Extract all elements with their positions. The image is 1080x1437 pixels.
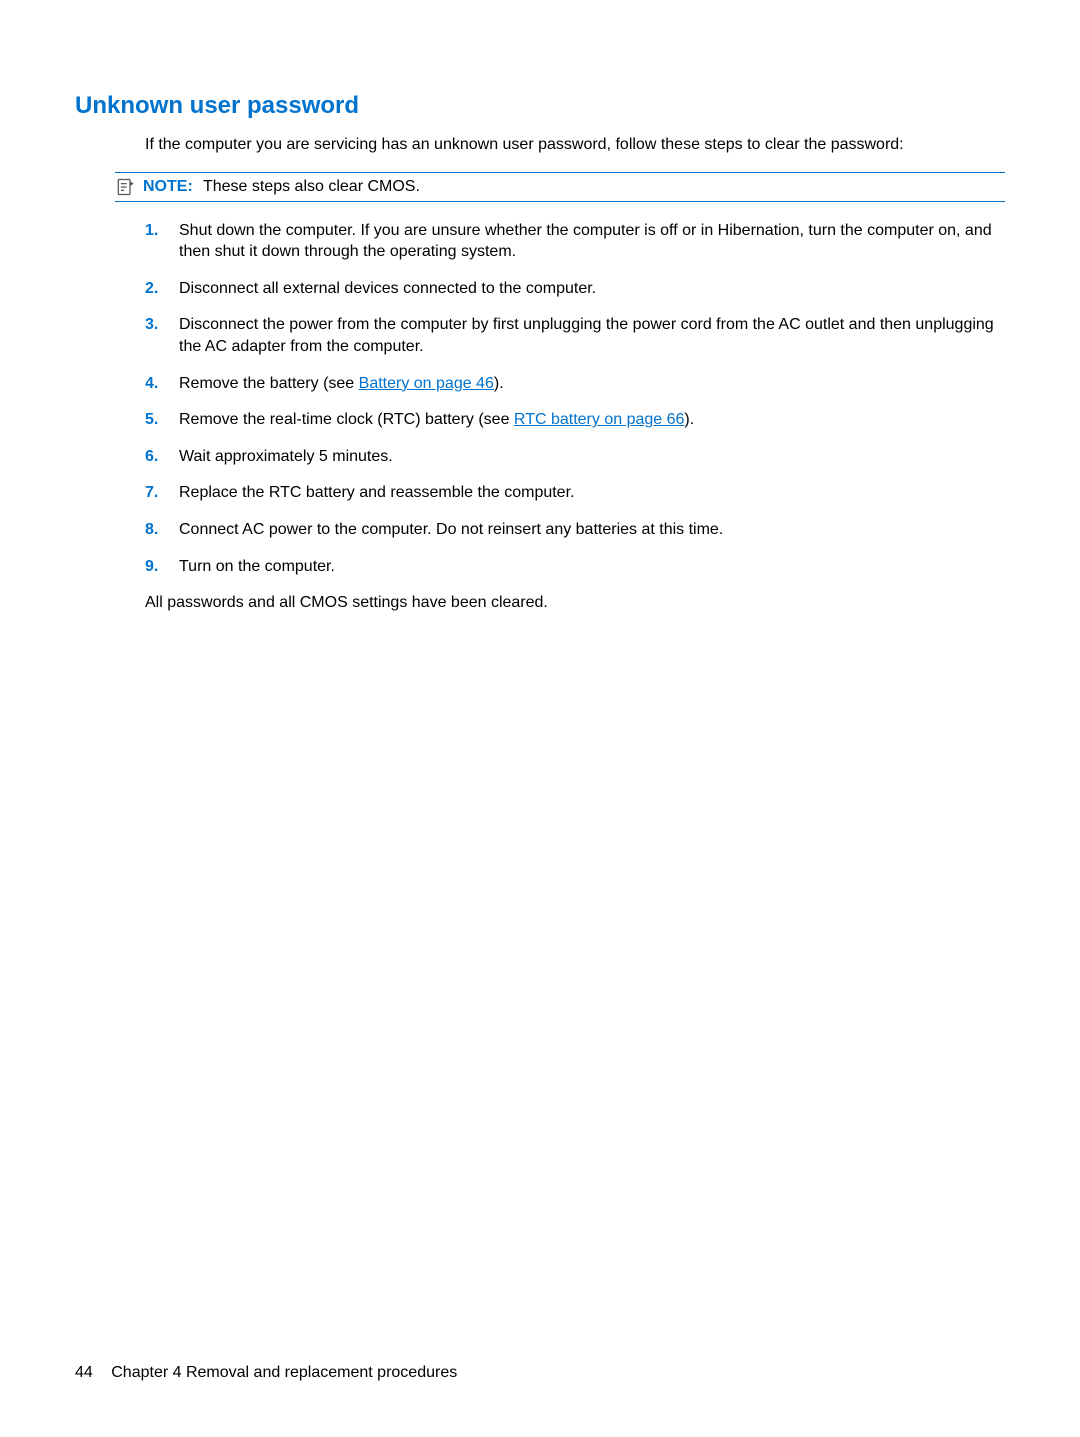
step-item: 9. Turn on the computer. <box>145 556 1005 578</box>
step-item: 3. Disconnect the power from the compute… <box>145 314 1005 357</box>
step-item: 1. Shut down the computer. If you are un… <box>145 220 1005 263</box>
step-number: 6. <box>145 446 179 468</box>
step-number: 8. <box>145 519 179 541</box>
note-content: NOTE: These steps also clear CMOS. <box>143 178 420 196</box>
page-number: 44 <box>75 1364 93 1381</box>
chapter-title: Chapter 4 Removal and replacement proced… <box>111 1364 457 1381</box>
rtc-battery-link[interactable]: RTC battery on page 66 <box>514 411 684 428</box>
step-number: 9. <box>145 556 179 578</box>
step-text: Disconnect all external devices connecte… <box>179 278 1005 300</box>
step-text: Shut down the computer. If you are unsur… <box>179 220 1005 263</box>
step-item: 8. Connect AC power to the computer. Do … <box>145 519 1005 541</box>
step-text: Disconnect the power from the computer b… <box>179 314 1005 357</box>
step-number: 5. <box>145 409 179 431</box>
step-item: 5. Remove the real-time clock (RTC) batt… <box>145 409 1005 431</box>
steps-list: 1. Shut down the computer. If you are un… <box>145 220 1005 578</box>
section-heading: Unknown user password <box>75 92 1005 120</box>
step-prefix: Remove the battery (see <box>179 375 359 392</box>
step-number: 4. <box>145 373 179 395</box>
intro-paragraph: If the computer you are servicing has an… <box>145 134 1005 156</box>
step-text: Replace the RTC battery and reassemble t… <box>179 482 1005 504</box>
step-text: Turn on the computer. <box>179 556 1005 578</box>
step-text: Wait approximately 5 minutes. <box>179 446 1005 468</box>
note-label: NOTE: <box>143 178 193 195</box>
note-text: These steps also clear CMOS. <box>203 178 420 195</box>
step-text: Remove the battery (see Battery on page … <box>179 373 1005 395</box>
step-suffix: ). <box>684 411 694 428</box>
step-number: 2. <box>145 278 179 300</box>
step-item: 6. Wait approximately 5 minutes. <box>145 446 1005 468</box>
step-item: 2. Disconnect all external devices conne… <box>145 278 1005 300</box>
step-number: 3. <box>145 314 179 357</box>
battery-link[interactable]: Battery on page 46 <box>359 375 494 392</box>
note-icon <box>115 177 135 197</box>
page-footer: 44 Chapter 4 Removal and replacement pro… <box>75 1364 457 1382</box>
step-number: 1. <box>145 220 179 263</box>
step-suffix: ). <box>494 375 504 392</box>
step-text: Connect AC power to the computer. Do not… <box>179 519 1005 541</box>
step-item: 4. Remove the battery (see Battery on pa… <box>145 373 1005 395</box>
note-box: NOTE: These steps also clear CMOS. <box>115 172 1005 202</box>
closing-paragraph: All passwords and all CMOS settings have… <box>145 592 1005 614</box>
step-number: 7. <box>145 482 179 504</box>
step-item: 7. Replace the RTC battery and reassembl… <box>145 482 1005 504</box>
document-page: Unknown user password If the computer yo… <box>0 0 1080 1437</box>
step-prefix: Remove the real-time clock (RTC) battery… <box>179 411 514 428</box>
step-text: Remove the real-time clock (RTC) battery… <box>179 409 1005 431</box>
